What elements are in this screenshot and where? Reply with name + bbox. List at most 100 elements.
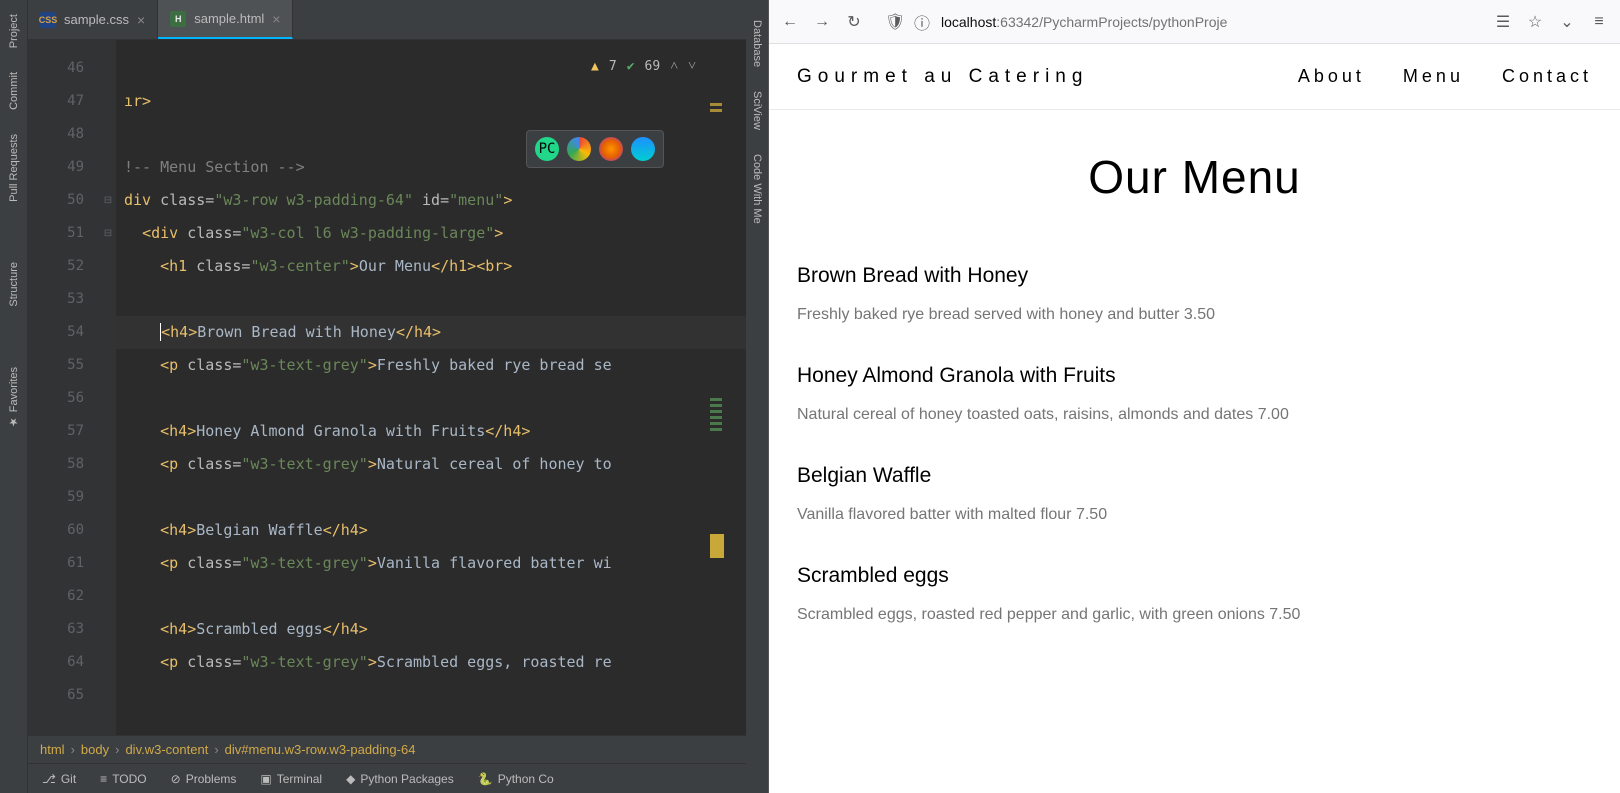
- code-line[interactable]: ır>: [116, 85, 746, 118]
- tool-commit[interactable]: Commit: [6, 62, 22, 120]
- code-line[interactable]: <p class="w3-text-grey">Vanilla flavored…: [116, 547, 746, 580]
- firefox-icon[interactable]: [599, 137, 623, 161]
- code-line[interactable]: <h1 class="w3-center">Our Menu</h1><br>: [116, 250, 746, 283]
- code-line[interactable]: <div class="w3-col l6 w3-padding-large">: [116, 217, 746, 250]
- right-toolbar: DatabaseSciViewCode With Me: [746, 0, 768, 793]
- menu-item-title: Scrambled eggs: [797, 564, 1592, 588]
- site-logo[interactable]: Gourmet au Catering: [797, 66, 1088, 88]
- line-number: 65: [28, 679, 84, 712]
- editor-area[interactable]: 4647484950515253545556575859606162636465…: [28, 40, 746, 735]
- line-number: 59: [28, 481, 84, 514]
- bottom-tool-todo[interactable]: ≡TODO: [90, 768, 156, 790]
- safari-icon[interactable]: [631, 137, 655, 161]
- code-line[interactable]: <p class="w3-text-grey">Natural cereal o…: [116, 448, 746, 481]
- code-line[interactable]: [116, 580, 746, 613]
- menu-item-desc: Scrambled eggs, roasted red pepper and g…: [797, 606, 1592, 624]
- reader-icon[interactable]: ☰: [1494, 12, 1512, 32]
- tool-pull-requests[interactable]: Pull Requests: [6, 124, 22, 212]
- code-line[interactable]: <p class="w3-text-grey">Freshly baked ry…: [116, 349, 746, 382]
- tab-bar: CSSsample.css×Hsample.html×: [28, 0, 746, 40]
- site-header: Gourmet au Catering About Menu Contact: [769, 44, 1620, 110]
- tool-code-with-me[interactable]: Code With Me: [749, 142, 765, 236]
- back-icon[interactable]: ←: [781, 13, 799, 31]
- menu-item-desc: Freshly baked rye bread served with hone…: [797, 306, 1592, 324]
- chrome-icon[interactable]: [567, 137, 591, 161]
- bottom-tool-python-packages[interactable]: ◆Python Packages: [336, 768, 464, 790]
- tool-structure[interactable]: Structure: [6, 252, 22, 317]
- menu-icon[interactable]: ≡: [1590, 13, 1608, 31]
- bottom-tool-terminal[interactable]: ▣Terminal: [250, 768, 332, 790]
- shield-icon[interactable]: 🛡: [885, 12, 903, 32]
- url-text: localhost:63342/PycharmProjects/pythonPr…: [941, 14, 1227, 30]
- tool-project[interactable]: Project: [6, 4, 22, 58]
- breadcrumb[interactable]: html›body›div.w3-content›div#menu.w3-row…: [28, 735, 746, 763]
- line-number: 57: [28, 415, 84, 448]
- tab-label: sample.html: [194, 11, 264, 26]
- code-line[interactable]: [116, 481, 746, 514]
- breadcrumb-item[interactable]: div.w3-content: [125, 742, 208, 757]
- line-number: 49: [28, 151, 84, 184]
- nav-about[interactable]: About: [1298, 66, 1365, 87]
- editor-main: CSSsample.css×Hsample.html× 464748495051…: [28, 0, 746, 793]
- menu-item-title: Brown Bread with Honey: [797, 264, 1592, 288]
- code-line[interactable]: <h4>Belgian Waffle</h4>: [116, 514, 746, 547]
- code-area[interactable]: ▲ 7 ✔ 69 ˄ ˅ PC ır>!-- Menu Section -->d…: [116, 40, 746, 735]
- bottom-tool-git[interactable]: ⎇Git: [32, 768, 86, 790]
- fold-minus-icon[interactable]: ⊟: [102, 228, 114, 239]
- inspection-bar[interactable]: ▲ 7 ✔ 69 ˄ ˅: [591, 58, 696, 75]
- line-number: 52: [28, 250, 84, 283]
- address-bar[interactable]: 🛡 ⓘ localhost:63342/PycharmProjects/pyth…: [877, 10, 1480, 34]
- fold-minus-icon[interactable]: ⊟: [102, 195, 114, 206]
- tool-sciview[interactable]: SciView: [749, 79, 765, 142]
- reload-icon[interactable]: ↻: [845, 12, 863, 32]
- pass-count: 69: [645, 59, 661, 74]
- code-line[interactable]: [116, 283, 746, 316]
- bookmark-icon[interactable]: ☆: [1526, 12, 1544, 32]
- bottom-tool-problems[interactable]: ⊘Problems: [161, 768, 247, 790]
- nav-menu[interactable]: Menu: [1403, 66, 1464, 87]
- line-number: 64: [28, 646, 84, 679]
- breadcrumb-item[interactable]: html: [40, 742, 65, 757]
- menu-item-desc: Vanilla flavored batter with malted flou…: [797, 506, 1592, 524]
- code-line[interactable]: <p class="w3-text-grey">Scrambled eggs, …: [116, 646, 746, 679]
- menu-item-title: Honey Almond Granola with Fruits: [797, 364, 1592, 388]
- tab-sample-html[interactable]: Hsample.html×: [158, 0, 293, 39]
- tool-icon: ⊘: [171, 772, 181, 786]
- menu-item: Belgian WaffleVanilla flavored batter wi…: [797, 464, 1592, 524]
- line-number: 54: [28, 316, 84, 349]
- code-line[interactable]: [116, 679, 746, 712]
- close-icon[interactable]: ×: [137, 12, 145, 28]
- chevron-up-icon[interactable]: ˄: [670, 58, 678, 75]
- tool-icon: ▣: [260, 772, 271, 786]
- tool-database[interactable]: Database: [749, 8, 765, 79]
- info-icon[interactable]: ⓘ: [913, 10, 931, 34]
- code-line[interactable]: [116, 382, 746, 415]
- bottom-toolbar: ⎇Git≡TODO⊘Problems▣Terminal◆Python Packa…: [28, 763, 746, 793]
- pocket-icon[interactable]: ⌄: [1558, 12, 1576, 32]
- bottom-tool-python-co[interactable]: 🐍Python Co: [468, 768, 564, 790]
- code-line[interactable]: <h4>Honey Almond Granola with Fruits</h4…: [116, 415, 746, 448]
- tool-favorites[interactable]: ★ Favorites: [5, 357, 22, 438]
- tool-icon: ⎇: [42, 772, 56, 786]
- breadcrumb-item[interactable]: body: [81, 742, 109, 757]
- breadcrumb-item[interactable]: div#menu.w3-row.w3-padding-64: [225, 742, 416, 757]
- chevron-down-icon[interactable]: ˅: [688, 58, 696, 75]
- line-number: 53: [28, 283, 84, 316]
- tab-sample-css[interactable]: CSSsample.css×: [28, 0, 158, 39]
- error-stripe[interactable]: [710, 100, 722, 558]
- code-line[interactable]: div class="w3-row w3-padding-64" id="men…: [116, 184, 746, 217]
- code-line[interactable]: <h4>Brown Bread with Honey</h4>: [116, 316, 746, 349]
- code-line[interactable]: <h4>Scrambled eggs</h4>: [116, 613, 746, 646]
- close-icon[interactable]: ×: [272, 11, 280, 27]
- browser-launcher: PC: [526, 130, 664, 168]
- nav-contact[interactable]: Contact: [1502, 66, 1592, 87]
- line-number: 48: [28, 118, 84, 151]
- css-file-icon: CSS: [40, 12, 56, 28]
- line-number: 58: [28, 448, 84, 481]
- page-title: Our Menu: [797, 150, 1592, 204]
- fold-gutter: ⊟ ⊟: [100, 40, 116, 735]
- line-number: 51: [28, 217, 84, 250]
- pycharm-icon[interactable]: PC: [535, 137, 559, 161]
- forward-icon[interactable]: →: [813, 13, 831, 31]
- line-gutter: 4647484950515253545556575859606162636465: [28, 40, 100, 735]
